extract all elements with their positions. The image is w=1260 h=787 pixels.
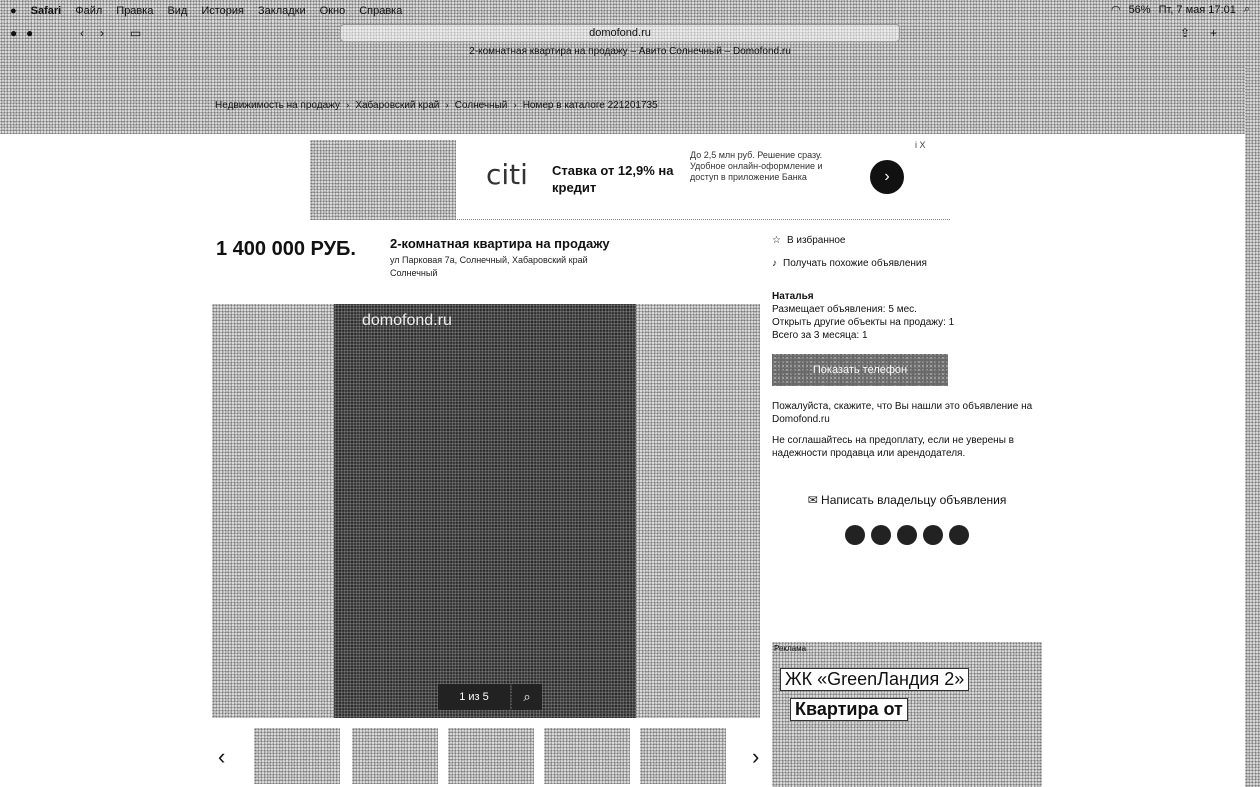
address-line[interactable]: ул Парковая 7а, Солнечный, Хабаровский к… xyxy=(390,254,650,267)
favorite-label: В избранное xyxy=(786,235,846,246)
share-icon[interactable]: ⇪ xyxy=(1180,26,1190,40)
mail-icon: ✉ xyxy=(807,493,822,507)
banner-line1: ЖК «GreenЛандия 2» xyxy=(780,668,970,691)
listing-title: 2-комнатная квартира на продажу xyxy=(390,236,610,251)
photo-counter: 1 из 5 xyxy=(438,684,510,710)
close-window-icon[interactable]: ● xyxy=(10,26,17,40)
app-menu[interactable]: Safari xyxy=(31,5,62,17)
listing-price: 1 400 000 РУБ. xyxy=(216,238,356,260)
social-icon[interactable] xyxy=(871,525,891,545)
show-phone-button[interactable]: Показать телефон xyxy=(772,354,948,386)
thumbnail[interactable] xyxy=(352,728,438,784)
social-icon[interactable] xyxy=(897,525,917,545)
menu-window[interactable]: Окно xyxy=(320,5,346,17)
menu-edit[interactable]: Правка xyxy=(116,5,153,17)
subscribe-link[interactable]: ♪ Получать похожие объявления xyxy=(772,257,1042,270)
social-icon[interactable] xyxy=(845,525,865,545)
notice-found: Пожалуйста, скажите, что Вы нашли это об… xyxy=(772,401,1033,425)
seller-info-line: Всего за 3 месяца: 1 xyxy=(772,330,868,341)
battery-level[interactable]: 56% xyxy=(1129,4,1151,16)
breadcrumb-item[interactable]: Недвижимость на продажу xyxy=(215,100,340,111)
seller-name: Наталья xyxy=(772,291,814,302)
tab-title[interactable]: 2-комнатная квартира на продажу – Авито … xyxy=(0,46,1260,57)
social-icon[interactable] xyxy=(949,525,969,545)
ad-headline: Ставка от 12,9% на кредит xyxy=(552,163,674,195)
star-icon: ☆ xyxy=(772,235,781,246)
back-icon[interactable]: ‹ xyxy=(80,26,84,40)
photo-watermark: domofond.ru xyxy=(362,312,452,329)
sidebar-toggle-icon[interactable]: ▭ xyxy=(130,26,141,40)
address-bar[interactable]: domofond.ru xyxy=(340,24,900,42)
magnifier-icon[interactable]: ⌕ xyxy=(512,684,542,710)
listing-address: ул Парковая 7а, Солнечный, Хабаровский к… xyxy=(390,254,650,280)
seller-info-line: Размещает объявления: 5 мес. xyxy=(772,304,917,315)
breadcrumb-item[interactable]: Солнечный xyxy=(455,100,508,111)
menu-bookmarks[interactable]: Закладки xyxy=(258,5,306,17)
listing-photo[interactable] xyxy=(334,304,636,718)
breadcrumb: Недвижимость на продажу › Хабаровский кра… xyxy=(215,100,658,111)
notice-prepay: Не соглашайтесь на предоплату, если не у… xyxy=(772,435,1014,459)
favorite-link[interactable]: ☆ В избранное xyxy=(772,234,1042,247)
menu-view[interactable]: Вид xyxy=(167,5,187,17)
banner-line2: Квартира от xyxy=(790,698,908,721)
promo-banner[interactable]: Реклама ЖК «GreenЛандия 2» Квартира от xyxy=(772,642,1042,787)
banner-header: Реклама xyxy=(774,644,807,653)
bell-icon: ♪ xyxy=(772,258,777,269)
ad-banner[interactable]: citi Ставка от 12,9% на кредит До 2,5 мл… xyxy=(310,140,950,220)
subscribe-label: Получать похожие объявления xyxy=(783,258,927,269)
write-owner-label: Написать владельцу объявления xyxy=(821,493,1007,507)
minimize-window-icon[interactable]: ● xyxy=(26,26,33,40)
apple-menu-icon[interactable]: ● xyxy=(10,5,17,17)
social-icon[interactable] xyxy=(923,525,943,545)
wifi-icon[interactable]: ◠ xyxy=(1111,3,1121,16)
breadcrumb-item[interactable]: Хабаровский край xyxy=(355,100,439,111)
macos-menubar: ● Safari Файл Правка Вид История Закладк… xyxy=(0,0,1260,22)
scrollbar[interactable] xyxy=(1245,22,1260,787)
breadcrumb-item: Номер в каталоге 221201735 xyxy=(522,100,658,111)
thumbnail-strip: ‹ › xyxy=(212,728,772,784)
thumbnail[interactable] xyxy=(254,728,340,784)
thumbs-prev-icon[interactable]: ‹ xyxy=(218,744,225,770)
url-text: domofond.ru xyxy=(589,27,651,39)
social-share xyxy=(772,525,1042,545)
menu-history[interactable]: История xyxy=(201,5,244,17)
browser-toolbar: ● ● ‹ › ▭ domofond.ru ⇪ + 2-комнатная кв… xyxy=(0,22,1260,66)
ad-image xyxy=(310,140,456,220)
breadcrumb-strip: Недвижимость на продажу › Хабаровский кра… xyxy=(0,66,1245,134)
new-tab-icon[interactable]: + xyxy=(1210,26,1217,40)
thumbnail[interactable] xyxy=(448,728,534,784)
photo-gallery: domofond.ru 1 из 5 ⌕ xyxy=(212,304,760,718)
clock[interactable]: Пт, 7 мая 17:01 xyxy=(1159,4,1236,16)
district-line[interactable]: Солнечный xyxy=(390,267,650,280)
citi-logo: citi xyxy=(486,158,528,191)
write-owner-button[interactable]: ✉ Написать владельцу объявления xyxy=(772,494,1042,507)
search-icon[interactable]: ⌕ xyxy=(1244,3,1250,16)
ad-details: До 2,5 млн руб. Решение сразу. Удобное о… xyxy=(690,150,823,182)
forward-icon[interactable]: › xyxy=(100,26,104,40)
menu-help[interactable]: Справка xyxy=(359,5,402,17)
thumbnail[interactable] xyxy=(544,728,630,784)
listing-sidebar: ☆ В избранное ♪ Получать похожие объявлени… xyxy=(772,234,1042,545)
menu-file[interactable]: Файл xyxy=(75,5,102,17)
ad-close-icon[interactable]: i X xyxy=(915,140,926,150)
thumbs-next-icon[interactable]: › xyxy=(752,744,759,770)
seller-info-line[interactable]: Открыть другие объекты на продажу: 1 xyxy=(772,316,1042,329)
thumbnail[interactable] xyxy=(640,728,726,784)
ad-go-button[interactable]: › xyxy=(870,160,904,194)
